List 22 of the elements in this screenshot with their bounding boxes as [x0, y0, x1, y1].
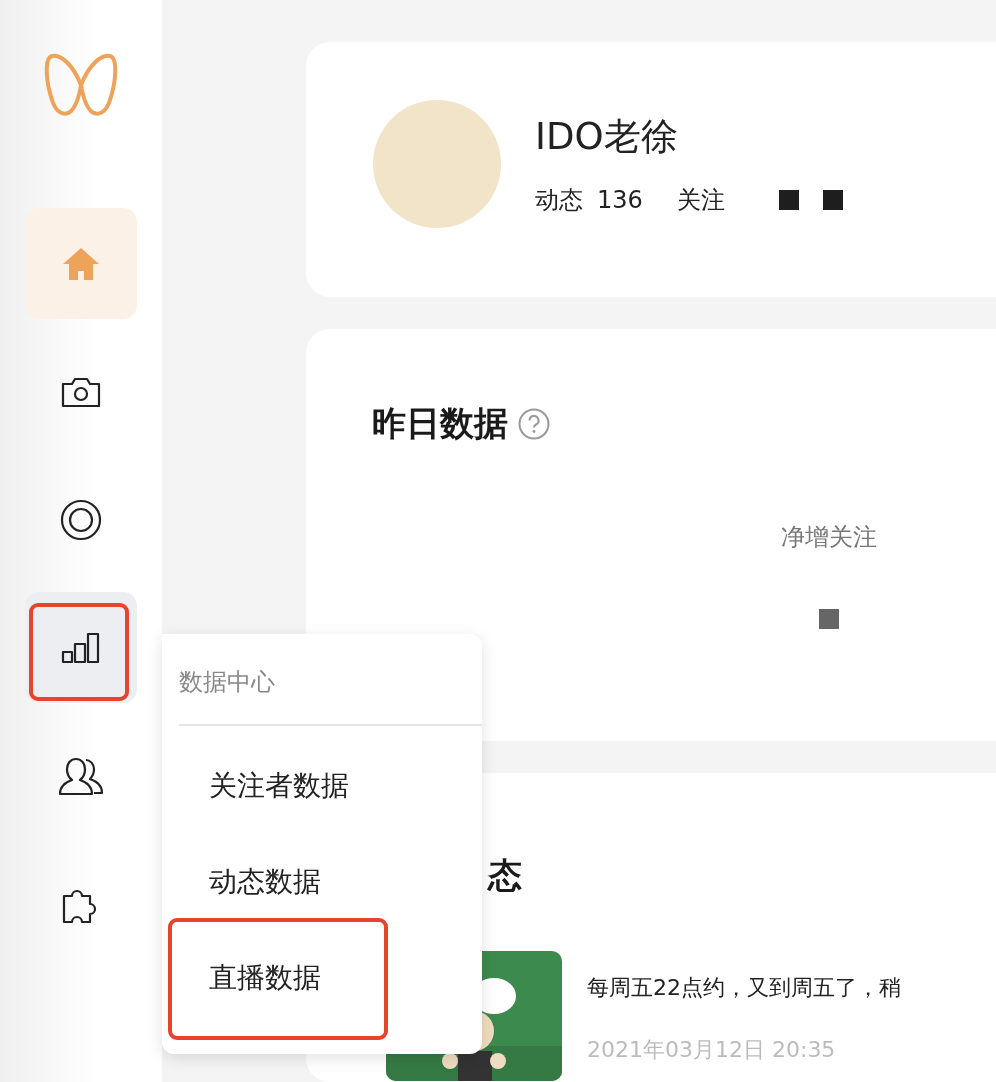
users-icon [58, 755, 104, 796]
section-title: 态 [488, 854, 523, 897]
camera-icon [61, 375, 101, 408]
sidebar-item[interactable] [25, 592, 137, 703]
section-title: 昨日数据 [372, 402, 508, 445]
stat-label: 关注 [676, 184, 725, 216]
profile-name: IDO老徐 [535, 113, 679, 160]
post-time: 2021年03月12日 20:35 [587, 1036, 837, 1064]
bar-chart-icon [61, 631, 101, 664]
menu-item[interactable]: 关注者数据 [162, 738, 482, 834]
menu-item[interactable]: 动态数据 [162, 834, 482, 930]
stat-label: 动态 [535, 184, 583, 216]
stat-value: 136 [597, 185, 643, 214]
home-icon [61, 245, 101, 282]
menu-item[interactable]: 直播数据 [162, 930, 482, 1026]
post-text[interactable]: 每周五22点约，又到周五了，稍 [587, 973, 901, 1003]
logo-icon [44, 52, 118, 118]
metric-label: 净增关注 [781, 522, 877, 553]
menu-title: 数据中心 [179, 667, 276, 698]
redaction-mark [822, 189, 843, 210]
help-icon[interactable] [518, 408, 550, 440]
target-icon [60, 498, 102, 541]
